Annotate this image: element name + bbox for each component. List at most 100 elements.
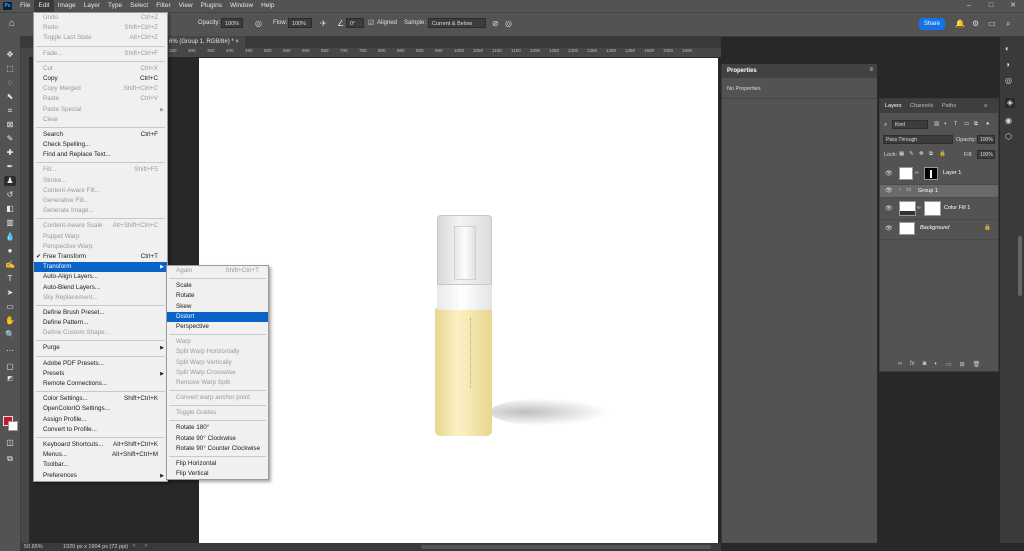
tab-layers[interactable]: Layers [885, 103, 902, 109]
menu-item-generative-fill[interactable]: Generative Fill... [34, 196, 167, 206]
fill-input[interactable]: 100% [977, 150, 995, 159]
menu-item-split-warp-crosswise[interactable]: Split Warp Crosswise [167, 368, 268, 378]
blend-mode-select[interactable]: Pass Through [883, 135, 953, 144]
menu-item-define-pattern[interactable]: Define Pattern... [34, 318, 167, 328]
menu-item-scale[interactable]: Scale [167, 281, 268, 291]
layer-name[interactable]: Color Fill 1 [944, 205, 970, 211]
menu-item-clear[interactable]: Clear [34, 115, 167, 125]
maximize-icon[interactable]: □ [980, 0, 1002, 12]
notifications-icon[interactable]: 🔔 [955, 19, 965, 28]
scroll-left-icon[interactable]: ‹ [145, 543, 147, 549]
menu-item-perspective-warp[interactable]: Perspective Warp [34, 242, 167, 252]
background-color-swatch[interactable] [8, 421, 18, 431]
menu-item-purge[interactable]: Purge ▶ [34, 343, 167, 353]
menu-item-find-and-replace-text[interactable]: Find and Replace Text... [34, 150, 167, 160]
libraries-icon[interactable]: ◑ [1005, 60, 1010, 69]
aligned-checkbox[interactable]: ☑ [368, 19, 374, 27]
menu-item-rotate-180[interactable]: Rotate 180° [167, 423, 268, 433]
zoom-level[interactable]: 50.65% [24, 544, 43, 550]
more-tools-icon[interactable]: ⋯ [4, 346, 16, 356]
status-arrow-icon[interactable]: › [133, 543, 135, 549]
menu-item-sky-replacement[interactable]: Sky Replacement... [34, 293, 167, 303]
menu-item-check-spelling[interactable]: Check Spelling... [34, 140, 167, 150]
properties-title[interactable]: Properties [727, 68, 757, 74]
menu-view[interactable]: View [175, 0, 197, 12]
adjustment-layer-icon[interactable]: ◐ [934, 361, 938, 367]
filter-pixel-icon[interactable]: ▨ [934, 121, 939, 127]
menu-window[interactable]: Window [226, 0, 257, 12]
tab-paths[interactable]: Paths [942, 103, 956, 109]
filter-shape-icon[interactable]: ▭ [964, 121, 969, 127]
filter-toggle-icon[interactable]: ● [986, 121, 989, 127]
horizontal-scrollbar[interactable] [421, 545, 711, 549]
menu-item-define-custom-shape[interactable]: Define Custom Shape... [34, 328, 167, 338]
type-tool-icon[interactable]: T [4, 274, 16, 284]
gradient-tool-icon[interactable]: ▥ [4, 218, 16, 228]
layer-name[interactable]: Layer 1 [943, 170, 961, 176]
menu-item-split-warp-horizontally[interactable]: Split Warp Horizontally [167, 347, 268, 357]
menu-item-keyboard-shortcuts[interactable]: Keyboard Shortcuts... Alt+Shift+Ctrl+K [34, 440, 167, 450]
menu-item-paste-special[interactable]: Paste Special ▶ [34, 105, 167, 115]
layers-panel-icon[interactable]: ◈ [1005, 98, 1015, 108]
settings-icon[interactable]: ⚙ [972, 19, 979, 28]
menu-item-fill[interactable]: Fill... Shift+F5 [34, 165, 167, 175]
chain-link-icon[interactable]: ∞ [917, 205, 921, 211]
menu-item-undo[interactable]: Undo Ctrl+Z [34, 13, 167, 23]
channels-panel-icon[interactable]: ◉ [1005, 116, 1012, 125]
healing-brush-tool-icon[interactable]: ✚ [4, 148, 16, 158]
panel-menu-icon[interactable]: ≡ [869, 67, 873, 73]
menu-item-warp[interactable]: Warp [167, 337, 268, 347]
screen-mode-icon[interactable]: ⧉ [4, 454, 16, 464]
menu-item-rotate-90-counter-clockwise[interactable]: Rotate 90° Counter Clockwise [167, 444, 268, 454]
link-layers-icon[interactable]: ∞ [898, 361, 902, 367]
search-icon[interactable]: ⌕ [1006, 19, 1010, 29]
lock-transparent-icon[interactable]: ▦ [899, 151, 904, 157]
menu-item-paste[interactable]: Paste Ctrl+V [34, 94, 167, 104]
filter-smart-object-icon[interactable]: ⧉ [974, 121, 978, 128]
chain-link-icon[interactable]: ∞ [915, 170, 919, 176]
menu-item-auto-align-layers[interactable]: Auto-Align Layers... [34, 272, 167, 282]
menu-item-menus[interactable]: Menus... Alt+Shift+Ctrl+M [34, 450, 167, 460]
new-layer-icon[interactable]: ⊞ [960, 361, 965, 368]
pressure-size-icon[interactable]: ◎ [505, 19, 512, 28]
default-colors-icon[interactable]: ◩ [4, 374, 16, 384]
menu-item-toolbar[interactable]: Toolbar... [34, 460, 167, 470]
airbrush-icon[interactable]: ✈ [320, 19, 327, 28]
layer-mask-thumbnail[interactable] [924, 201, 941, 216]
hand-tool-icon[interactable]: ✋ [4, 316, 16, 326]
lock-position-icon[interactable]: ✥ [919, 151, 924, 157]
layer-row-selected[interactable]: 👁 › ▭ Group 1 [880, 185, 998, 198]
filter-type-icon[interactable]: T [954, 121, 957, 127]
shape-tool-icon[interactable]: ▭ [4, 302, 16, 312]
pen-tool-icon[interactable]: ✍ [4, 260, 16, 270]
layer-row[interactable]: 👁 ∞ Layer 1 [880, 165, 998, 185]
flow-input[interactable]: 100% [288, 18, 312, 28]
brush-tool-icon[interactable]: ✒ [4, 162, 16, 172]
lock-all-icon[interactable]: 🔒 [939, 151, 946, 157]
lock-image-icon[interactable]: ✎ [909, 151, 914, 157]
angle-input[interactable]: 0° [346, 18, 364, 28]
menu-item-transform[interactable]: Transform ▶ [34, 262, 167, 273]
menu-item-rotate-90-clockwise[interactable]: Rotate 90° Clockwise [167, 434, 268, 444]
menu-item-stroke[interactable]: Stroke... [34, 176, 167, 186]
history-brush-tool-icon[interactable]: ↺ [4, 190, 16, 200]
menu-layer[interactable]: Layer [80, 0, 104, 12]
close-tab-icon[interactable]: × [235, 39, 239, 45]
menu-item-color-settings[interactable]: Color Settings... Shift+Ctrl+K [34, 394, 167, 404]
menu-item-content-aware-fill[interactable]: Content-Aware Fill... [34, 186, 167, 196]
menu-item-flip-vertical[interactable]: Flip Vertical [167, 469, 268, 479]
visibility-eye-icon[interactable]: 👁 [885, 225, 893, 232]
menu-item-again[interactable]: Again Shift+Ctrl+T [167, 266, 268, 276]
menu-item-generate-image[interactable]: Generate Image... [34, 206, 167, 216]
layer-name[interactable]: Background [920, 225, 949, 231]
delete-layer-icon[interactable]: 🗑 [973, 361, 981, 368]
menu-item-rotate[interactable]: Rotate [167, 291, 268, 301]
vertical-scrollbar[interactable] [1018, 236, 1022, 296]
blur-tool-icon[interactable]: 💧 [4, 232, 16, 242]
opacity-input[interactable]: 100% [221, 18, 243, 28]
filter-kind-select[interactable]: Kind [892, 120, 928, 129]
menu-item-content-aware-scale[interactable]: Content-Aware Scale Alt+Shift+Ctrl+C [34, 221, 167, 231]
add-mask-icon[interactable]: ◙ [923, 361, 927, 367]
minimize-icon[interactable]: – [958, 0, 980, 12]
new-group-icon[interactable]: ▭ [946, 361, 952, 368]
